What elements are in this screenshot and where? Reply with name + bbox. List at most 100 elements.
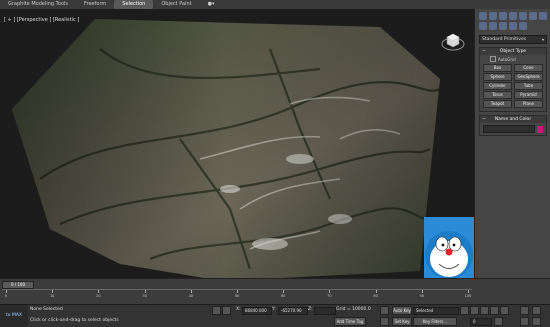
set-key-button[interactable]: Set Key — [392, 317, 412, 326]
helpers-icon[interactable] — [509, 22, 517, 30]
modify-tab-icon[interactable] — [489, 12, 497, 20]
set-key-icon[interactable] — [380, 317, 389, 326]
object-type-rollout: − Object Type AutoGrid Box Cone Sphere Ge… — [479, 47, 547, 112]
sphere-button[interactable]: Sphere — [483, 73, 512, 81]
y-coordinate-field[interactable]: -65270.90 — [278, 307, 308, 315]
tab-object-paint[interactable]: Object Paint — [153, 0, 199, 9]
object-type-title: Object Type — [499, 49, 527, 54]
timeline-tick — [190, 290, 192, 293]
timeline-area: 0 / 100 0 10 20 30 40 50 60 70 80 90 100 — [0, 278, 550, 305]
timeline-tick-label: 30 — [142, 294, 147, 298]
play-icon[interactable] — [480, 306, 489, 315]
orbit-icon[interactable] — [520, 317, 529, 326]
name-and-color-rollout: − Name and Color — [479, 115, 547, 136]
timeline-tick-label: 50 — [234, 294, 240, 298]
autogrid-label: AutoGrid — [498, 56, 516, 62]
timeline-tick — [52, 290, 54, 293]
primitive-category-value: Standard Primitives — [482, 37, 527, 42]
timeline-tick — [144, 290, 146, 293]
timeline-tick — [421, 290, 423, 293]
object-type-header[interactable]: − Object Type — [480, 48, 546, 55]
selected-dropdown[interactable]: Selected — [413, 307, 459, 315]
viewcube-icon[interactable] — [441, 29, 465, 53]
tab-freeform[interactable]: Freeform — [76, 0, 114, 9]
timeline-tick-label: 20 — [96, 294, 101, 298]
create-tab-icon[interactable] — [479, 12, 487, 20]
timeline-tick — [98, 290, 100, 293]
cylinder-button[interactable]: Cylinder — [483, 82, 512, 90]
timeline-tick-label: 40 — [188, 294, 194, 298]
name-row — [480, 123, 546, 135]
timeline-tick-label: 0 — [4, 294, 8, 298]
status-bar: to MAX None Selected X: 86840.000 Y: -65… — [0, 304, 550, 327]
add-time-tag-button[interactable]: Add Time Tag — [334, 317, 366, 326]
maximize-viewport-icon[interactable] — [532, 317, 541, 326]
z-coordinate-field[interactable] — [314, 307, 336, 315]
doraemon-webcam-overlay — [424, 217, 474, 278]
object-name-input[interactable] — [483, 125, 535, 133]
timeline-tick — [6, 290, 7, 293]
hierarchy-tab-icon[interactable] — [499, 12, 507, 20]
auto-key-button[interactable]: Auto Key — [392, 306, 412, 315]
pan-icon[interactable] — [532, 306, 541, 315]
viewport-label[interactable]: [ + ] [Perspective ] [Realistic ] — [4, 17, 79, 23]
timeline-tick-label: 10 — [49, 294, 55, 298]
absolute-mode-icon[interactable] — [222, 306, 231, 315]
object-color-swatch[interactable] — [537, 125, 543, 133]
timeline-tick — [237, 290, 238, 293]
pyramid-button[interactable]: Pyramid — [514, 91, 543, 99]
y-label: Y: — [272, 307, 276, 312]
go-to-end-icon[interactable] — [500, 306, 509, 315]
lights-icon[interactable] — [489, 22, 497, 30]
timeline-tick-label: 60 — [280, 294, 286, 298]
torus-button[interactable]: Torus — [483, 91, 512, 99]
lock-selection-icon[interactable] — [212, 306, 221, 315]
name-and-color-header[interactable]: − Name and Color — [480, 116, 546, 123]
geosphere-button[interactable]: GeoSphere — [514, 73, 543, 81]
z-label: Z: — [308, 307, 313, 312]
name-and-color-title: Name and Color — [494, 117, 532, 122]
next-frame-icon[interactable] — [490, 306, 499, 315]
primitive-category-dropdown[interactable]: Standard Primitives ▾ — [479, 35, 547, 44]
x-coordinate-field[interactable]: 86840.000 — [242, 307, 272, 315]
timeline-tick-label: 70 — [327, 294, 332, 298]
key-mode-icon[interactable] — [380, 306, 389, 315]
autogrid-checkbox[interactable] — [490, 56, 496, 62]
tab-selection[interactable]: Selection — [114, 0, 154, 9]
shapes-icon[interactable] — [479, 22, 487, 30]
timeline-tick — [375, 290, 377, 293]
key-filters-button[interactable]: Key Filters... — [413, 317, 457, 326]
time-configuration-icon[interactable] — [494, 317, 503, 326]
teapot-button[interactable]: Teapot — [483, 100, 512, 108]
box-button[interactable]: Box — [483, 64, 512, 72]
display-tab-icon[interactable] — [519, 12, 527, 20]
cameras-icon[interactable] — [499, 22, 507, 30]
space-warps-icon[interactable] — [519, 22, 527, 30]
grid-size: Grid = 10000.0 — [336, 307, 371, 312]
current-frame-field[interactable]: 0 — [470, 318, 492, 326]
selection-status: None Selected — [30, 307, 63, 312]
tab-graphite-modeling-tools[interactable]: Graphite Modeling Tools — [0, 0, 76, 9]
prompt-line: Click or click-and-drag to select object… — [30, 318, 119, 323]
timeline-tick — [329, 290, 331, 293]
zoom-icon[interactable] — [520, 306, 529, 315]
motion-tab-icon[interactable] — [509, 12, 517, 20]
cone-button[interactable]: Cone — [514, 64, 543, 72]
timeline-tick-label: 90 — [419, 294, 425, 298]
chevron-down-icon: ▾ — [541, 37, 544, 42]
primitive-buttons: Box Cone Sphere GeoSphere Cylinder Tube … — [480, 63, 546, 111]
timeline-tick-label: 80 — [373, 294, 378, 298]
autogrid-row[interactable]: AutoGrid — [480, 55, 546, 63]
track-bar[interactable]: 0 10 20 30 40 50 60 70 80 90 100 — [2, 289, 472, 302]
time-slider[interactable]: 0 / 100 — [2, 281, 34, 289]
ribbon-options-dropdown[interactable]: ●▾ — [200, 0, 223, 9]
geometry-icon[interactable] — [539, 12, 547, 20]
perspective-viewport[interactable]: [ + ] [Perspective ] [Realistic ] — [0, 9, 474, 278]
previous-frame-icon[interactable] — [470, 306, 479, 315]
timeline-tick — [468, 290, 469, 293]
go-to-start-icon[interactable] — [460, 306, 469, 315]
command-panel-tabs — [475, 9, 550, 33]
plane-button[interactable]: Plane — [514, 100, 543, 108]
tube-button[interactable]: Tube — [514, 82, 543, 90]
utilities-tab-icon[interactable] — [529, 12, 537, 20]
